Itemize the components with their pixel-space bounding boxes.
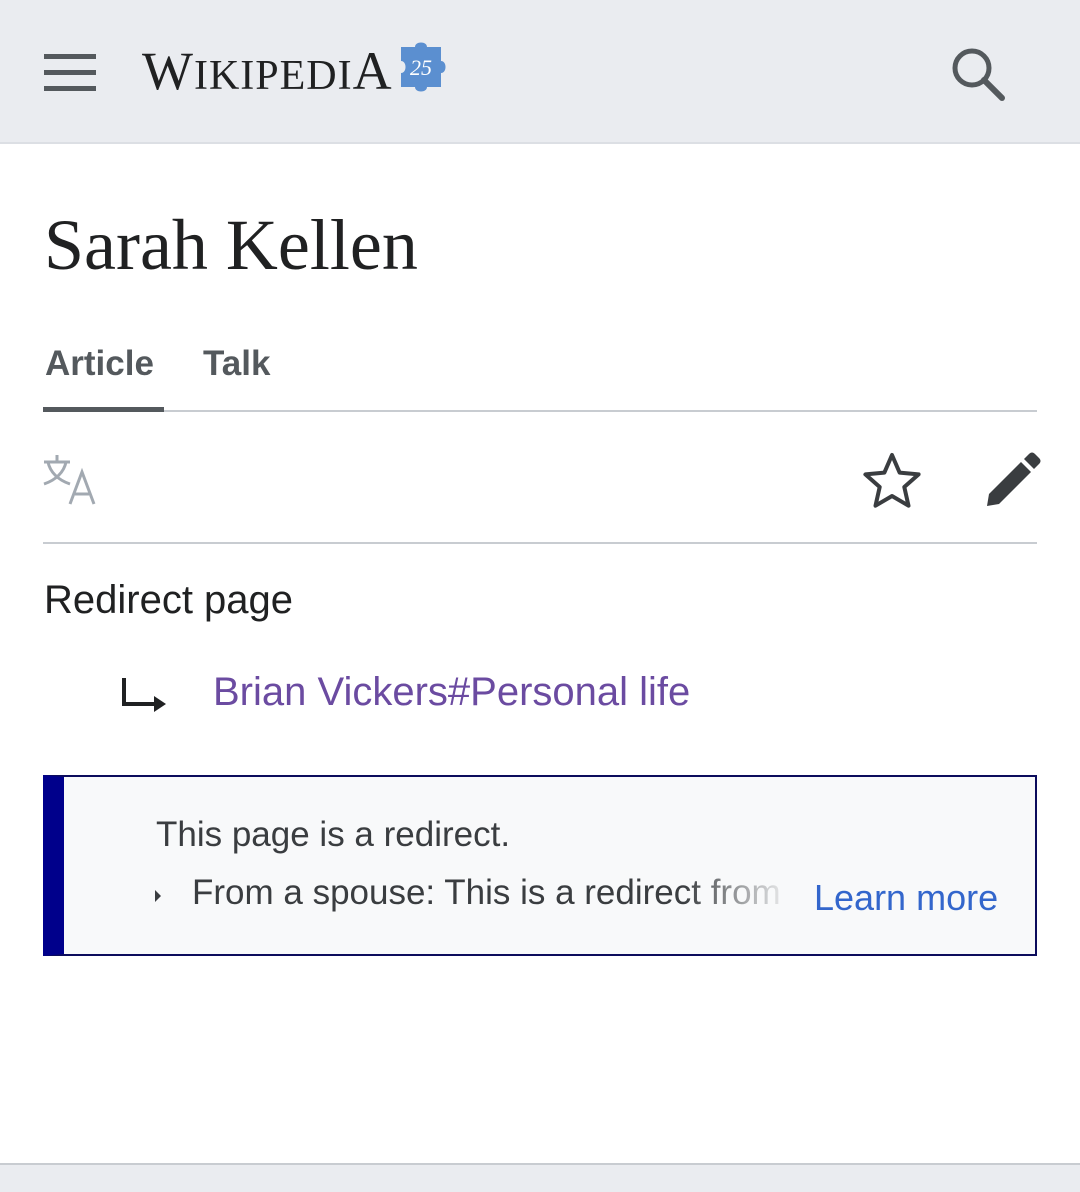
menu-icon — [44, 54, 96, 91]
star-icon — [863, 453, 921, 508]
wikipedia-wordmark: WIKIPEDIA — [142, 41, 393, 101]
wikipedia-logo[interactable]: WIKIPEDIA 25 — [142, 36, 457, 106]
bottom-bar — [0, 1163, 1080, 1192]
page-title: Sarah Kellen — [44, 205, 418, 285]
search-icon — [952, 48, 1005, 101]
page-actions — [40, 414, 1041, 544]
pencil-icon — [987, 452, 1041, 506]
search-button[interactable] — [944, 40, 1012, 106]
language-button[interactable] — [40, 452, 102, 508]
notice-title: This page is a redirect. — [156, 815, 511, 854]
puzzle-piece-icon: 25 — [400, 42, 446, 92]
edit-button[interactable] — [981, 450, 1043, 512]
redirect-target-link[interactable]: Brian Vickers#Personal life — [213, 670, 690, 715]
tab-article[interactable]: Article — [45, 344, 154, 384]
redirect-notice-box: This page is a redirect. From a spouse: … — [43, 775, 1037, 956]
redirect-arrow-icon — [122, 678, 166, 712]
notice-item: From a spouse: This is a redirect from — [192, 873, 781, 912]
bullet-icon — [155, 890, 161, 902]
tab-article-selected-indicator — [43, 407, 164, 412]
namespace-tabs: Article Talk — [43, 338, 1037, 412]
top-bar: WIKIPEDIA 25 — [0, 0, 1080, 144]
anniversary-badge: 25 — [410, 55, 432, 80]
redirect-label: Redirect page — [44, 578, 294, 622]
learn-more-link[interactable]: Learn more — [814, 877, 998, 919]
menu-button[interactable] — [38, 42, 102, 102]
tab-talk[interactable]: Talk — [203, 344, 270, 384]
watch-button[interactable] — [861, 450, 923, 512]
language-icon — [43, 455, 96, 505]
